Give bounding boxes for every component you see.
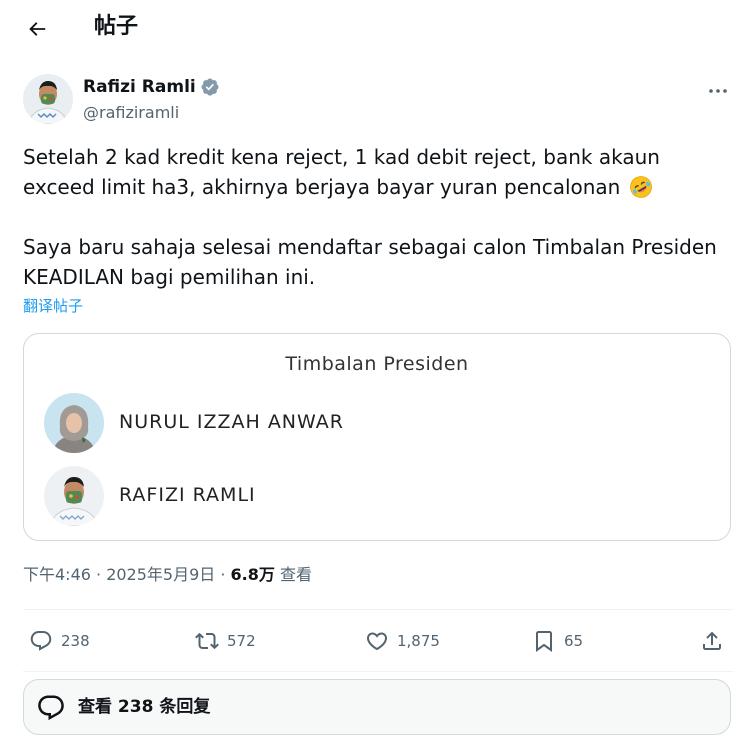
bookmark-button[interactable]: 65	[532, 622, 583, 660]
more-options-button[interactable]	[703, 76, 733, 106]
reply-count: 238	[61, 632, 90, 650]
like-count: 1,875	[397, 632, 440, 650]
share-button[interactable]	[700, 622, 732, 660]
candidate-name: RAFIZI RAMLI	[119, 484, 256, 506]
verified-badge-icon	[201, 78, 219, 96]
top-bar: 帖子	[0, 0, 755, 56]
post-timestamp[interactable]: 下午4:46 · 2025年5月9日 ·	[23, 565, 231, 584]
rolling-on-floor-laughing-icon	[629, 176, 652, 198]
arrow-left-icon	[29, 22, 46, 36]
tweet-line-1: Setelah 2 kad kredit kena reject, 1 kad …	[23, 145, 660, 199]
translate-post-link[interactable]: 翻译帖子	[23, 296, 83, 316]
view-count: 6.8万	[230, 565, 275, 584]
tweet-author: Rafizi Ramli @rafiziramli	[23, 72, 733, 128]
attached-image-card[interactable]: Timbalan Presiden NURUL IZZAH ANWAR RAFI…	[23, 333, 731, 541]
reply-button[interactable]: 238	[29, 622, 90, 660]
action-bar: 238 572 1,875 65	[23, 622, 733, 660]
candidate-name: NURUL IZZAH ANWAR	[119, 411, 344, 433]
view-label: 查看	[274, 565, 312, 584]
back-button[interactable]	[20, 12, 54, 46]
reply-icon	[30, 631, 52, 651]
profile-photo	[23, 74, 73, 124]
divider	[23, 609, 733, 610]
author-handle[interactable]: @rafiziramli	[83, 102, 179, 124]
post-meta: 下午4:46 · 2025年5月9日 · 6.8万 查看	[23, 564, 312, 586]
tweet-paragraph-1: Setelah 2 kad kredit kena reject, 1 kad …	[23, 142, 733, 202]
like-button[interactable]: 1,875	[365, 622, 440, 660]
bookmark-icon	[536, 631, 552, 652]
repost-icon	[195, 632, 219, 650]
candidate-photo	[44, 393, 104, 453]
avatar[interactable]	[23, 74, 73, 124]
candidate-photo-rafizi	[44, 466, 104, 526]
candidate-photo	[44, 466, 104, 526]
heart-icon	[366, 632, 388, 651]
bookmark-count: 65	[564, 632, 584, 650]
candidate-photo-nurul	[44, 393, 104, 453]
read-replies-button[interactable]: 查看 238 条回复	[23, 679, 731, 735]
card-title: Timbalan Presiden	[285, 353, 469, 375]
repost-count: 572	[227, 632, 256, 650]
tweet-text: Setelah 2 kad kredit kena reject, 1 kad …	[23, 142, 733, 292]
candidate-row: NURUL IZZAH ANWAR	[44, 393, 704, 453]
author-name-row: Rafizi Ramli	[83, 76, 220, 98]
divider	[23, 671, 733, 672]
share-icon	[703, 631, 721, 650]
read-replies-label: 查看 238 条回复	[78, 697, 211, 717]
author-name[interactable]: Rafizi Ramli	[83, 76, 196, 98]
candidate-row: RAFIZI RAMLI	[44, 466, 704, 526]
tweet-paragraph-2: Saya baru sahaja selesai mendaftar sebag…	[23, 235, 717, 289]
repost-button[interactable]: 572	[195, 622, 256, 660]
page-title: 帖子	[94, 14, 139, 39]
more-horizontal-icon	[709, 89, 727, 93]
reply-icon	[38, 695, 64, 721]
